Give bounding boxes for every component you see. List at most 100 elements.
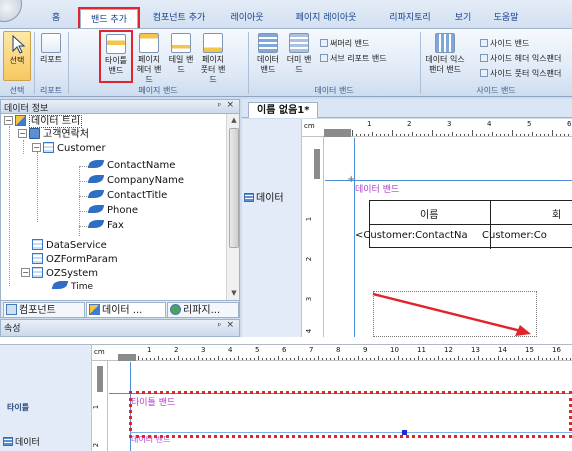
pin-icon[interactable]: ᵖ: [218, 321, 221, 330]
report-button[interactable]: 리포트: [36, 31, 66, 81]
ruler-margin-shade: [97, 366, 103, 392]
title-band-button[interactable]: 타이틀 밴드: [99, 30, 133, 83]
ruler-tick: [278, 356, 279, 360]
tab-view[interactable]: 보기: [448, 8, 478, 28]
pin-icon[interactable]: ᵖ: [218, 101, 221, 110]
tail-band-button[interactable]: 테일 밴드: [166, 31, 196, 81]
band-row-label-title: 타이틀: [7, 403, 30, 412]
ruler-tick: [492, 132, 493, 136]
close-icon[interactable]: ×: [226, 320, 234, 330]
tree-field-item[interactable]: Fax: [87, 219, 124, 232]
dataset-icon: [32, 253, 43, 264]
tree-node-dataset[interactable]: − Customer: [32, 142, 106, 155]
ruler-number: 2: [174, 346, 179, 354]
data-expander-band-button[interactable]: 데이터 익스팬더 밴드: [423, 31, 467, 81]
ruler-tick: [326, 358, 327, 360]
field-label: CompanyName: [107, 175, 185, 186]
tree-node-ozformparam[interactable]: OZFormParam: [32, 253, 118, 266]
collapse-icon[interactable]: −: [32, 143, 41, 152]
ruler-tick: [468, 134, 469, 136]
ruler-tick: [178, 356, 179, 360]
page-header-band-button[interactable]: 페이지 헤더 밴드: [134, 31, 164, 84]
collapse-icon[interactable]: −: [18, 129, 27, 138]
tab-help[interactable]: 도움말: [486, 8, 526, 28]
ruler-tick: [294, 358, 295, 360]
ruler-tick: [436, 134, 437, 136]
tree-node-root[interactable]: − 데이터 트리: [4, 115, 83, 128]
field-icon: [87, 175, 105, 183]
field-icon: [87, 220, 105, 228]
data-band-button[interactable]: 데이터 밴드: [253, 31, 283, 81]
ruler-margin-shade: [324, 129, 351, 137]
side-band-button[interactable]: 사이드 밴드: [480, 38, 529, 50]
scroll-down-arrow-icon[interactable]: ▼: [227, 287, 239, 300]
summary-band-button[interactable]: 써머리 밴드: [320, 38, 369, 50]
tree-scrollbar[interactable]: ▲ ▼: [226, 114, 239, 300]
field-label: Phone: [107, 205, 138, 216]
collapse-icon[interactable]: −: [21, 268, 30, 277]
report-page[interactable]: + 데이터 밴드 이름 회 <Customer:ContactNa Custom…: [325, 138, 572, 337]
vertical-ruler: 1 2 3 4: [302, 137, 324, 337]
tree-root-label: 데이터 트리: [29, 115, 83, 128]
group-label-page-band: 페이지 밴드: [138, 86, 178, 95]
tree-guide-line: [37, 152, 38, 222]
scrollbar-thumb[interactable]: [229, 128, 239, 248]
tree-field-item[interactable]: CompanyName: [87, 174, 185, 187]
close-icon[interactable]: ×: [226, 100, 234, 110]
ruler-tick: [410, 358, 411, 360]
report-page[interactable]: 타이틀 밴드 데이터 밴드: [109, 362, 572, 451]
data-band-icon: [3, 437, 13, 446]
ruler-tick: [514, 358, 515, 360]
ruler-tick: [360, 134, 361, 136]
scroll-up-arrow-icon[interactable]: ▲: [227, 114, 239, 127]
tab-page-layout[interactable]: 페이지 레이아웃: [284, 8, 368, 28]
tab-layout[interactable]: 레이아웃: [222, 8, 272, 28]
tree-field-item[interactable]: ContactTitle: [87, 189, 167, 202]
report-canvas[interactable]: 데이터 cm 1 2 3 4 5 6 1 2 3 4 + 데이터 밴드 이름 회…: [242, 119, 572, 337]
tree-field-item[interactable]: Time: [51, 281, 93, 294]
side-footer-expander-button[interactable]: 사이드 풋터 익스팬더: [480, 68, 561, 80]
page-footer-band-icon: [203, 33, 223, 53]
tree-field-item[interactable]: Phone: [87, 204, 138, 217]
tab-data[interactable]: 데이터 ...: [86, 302, 166, 318]
connection-icon: [29, 128, 40, 139]
side-header-expander-button[interactable]: 사이드 헤더 익스팬더: [480, 53, 561, 65]
property-panel-title: 속성: [4, 324, 21, 334]
field-icon: [87, 205, 105, 213]
ruler-tick: [222, 358, 223, 360]
ruler-tick: [372, 132, 373, 136]
tree-field-item[interactable]: ContactName: [87, 159, 176, 172]
ruler-tick: [508, 134, 509, 136]
dummy-band-button[interactable]: 더미 밴드: [284, 31, 314, 81]
ruler-tick: [494, 358, 495, 360]
tab-components[interactable]: 컴포넌트: [3, 302, 85, 318]
ruler-tick: [380, 134, 381, 136]
sub-report-band-button[interactable]: 서브 리포트 밴드: [320, 53, 387, 65]
field-label: ContactName: [107, 160, 176, 171]
ruler-tick: [456, 134, 457, 136]
page-footer-band-button[interactable]: 페이지 풋터 밴드: [198, 31, 228, 84]
tree-node-dataservice[interactable]: DataService: [32, 239, 107, 252]
application-menu-button[interactable]: [0, 0, 22, 22]
tab-add-band[interactable]: 밴드 추가: [78, 7, 140, 30]
ruler-number: 2: [305, 256, 314, 262]
tab-repository[interactable]: 리파지토리: [380, 8, 440, 28]
tab-home[interactable]: 홈: [36, 8, 76, 28]
collapse-icon[interactable]: −: [4, 116, 13, 125]
ruler-tick: [214, 358, 215, 360]
document-tab[interactable]: 이름 없음1*: [248, 102, 319, 118]
tab-add-component[interactable]: 컴포넌트 추가: [142, 8, 216, 28]
tab-repository-panel[interactable]: 리파지...: [167, 302, 239, 318]
tree-node-ozsystem[interactable]: − OZSystem: [21, 267, 98, 280]
tree-node-connection[interactable]: − 고객연락처: [18, 128, 89, 141]
page-header-band-label: 페이지 헤더 밴드: [136, 55, 162, 84]
ruler-margin-shade: [314, 149, 320, 179]
data-tree-icon: [89, 304, 100, 315]
ruler-tick: [418, 356, 419, 360]
ruler-tick: [440, 134, 441, 136]
select-button[interactable]: 선택: [3, 31, 31, 81]
ruler-tick: [422, 358, 423, 360]
ruler-number: 13: [471, 346, 480, 354]
ruler-tick: [306, 358, 307, 360]
ruler-tick: [330, 358, 331, 360]
